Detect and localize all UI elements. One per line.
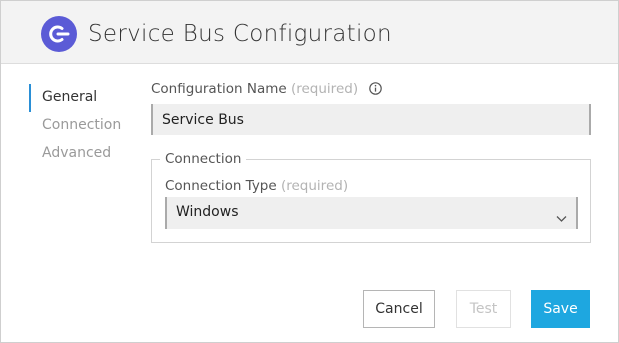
- connection-type-label: Connection Type (required): [165, 178, 348, 194]
- chevron-down-icon: [556, 208, 567, 227]
- save-button[interactable]: Save: [531, 290, 590, 328]
- configuration-dialog: Service Bus Configuration General Connec…: [0, 0, 619, 343]
- plug-connector-icon: [41, 16, 77, 52]
- connection-fieldset: Connection Connection Type (required) Wi…: [151, 151, 591, 243]
- config-name-label: Configuration Name (required): [151, 81, 383, 99]
- dialog-header: Service Bus Configuration: [1, 1, 618, 64]
- required-hint: (required): [280, 178, 349, 194]
- test-button[interactable]: Test: [456, 290, 511, 328]
- nav-item-connection[interactable]: Connection: [29, 112, 121, 140]
- dialog-title: Service Bus Configuration: [88, 21, 392, 47]
- connection-type-value: Windows: [176, 204, 239, 220]
- connection-legend: Connection: [160, 151, 247, 167]
- connection-type-select[interactable]: Windows: [165, 197, 578, 229]
- required-hint: (required): [290, 81, 359, 97]
- config-name-label-text: Configuration Name: [151, 81, 287, 97]
- cancel-button[interactable]: Cancel: [363, 290, 435, 328]
- nav-item-general[interactable]: General: [29, 84, 121, 112]
- config-name-input[interactable]: [151, 104, 591, 135]
- nav-item-advanced[interactable]: Advanced: [29, 140, 121, 168]
- side-nav: General Connection Advanced: [29, 84, 121, 168]
- connection-type-label-text: Connection Type: [165, 178, 277, 194]
- info-circle-icon[interactable]: [369, 82, 383, 99]
